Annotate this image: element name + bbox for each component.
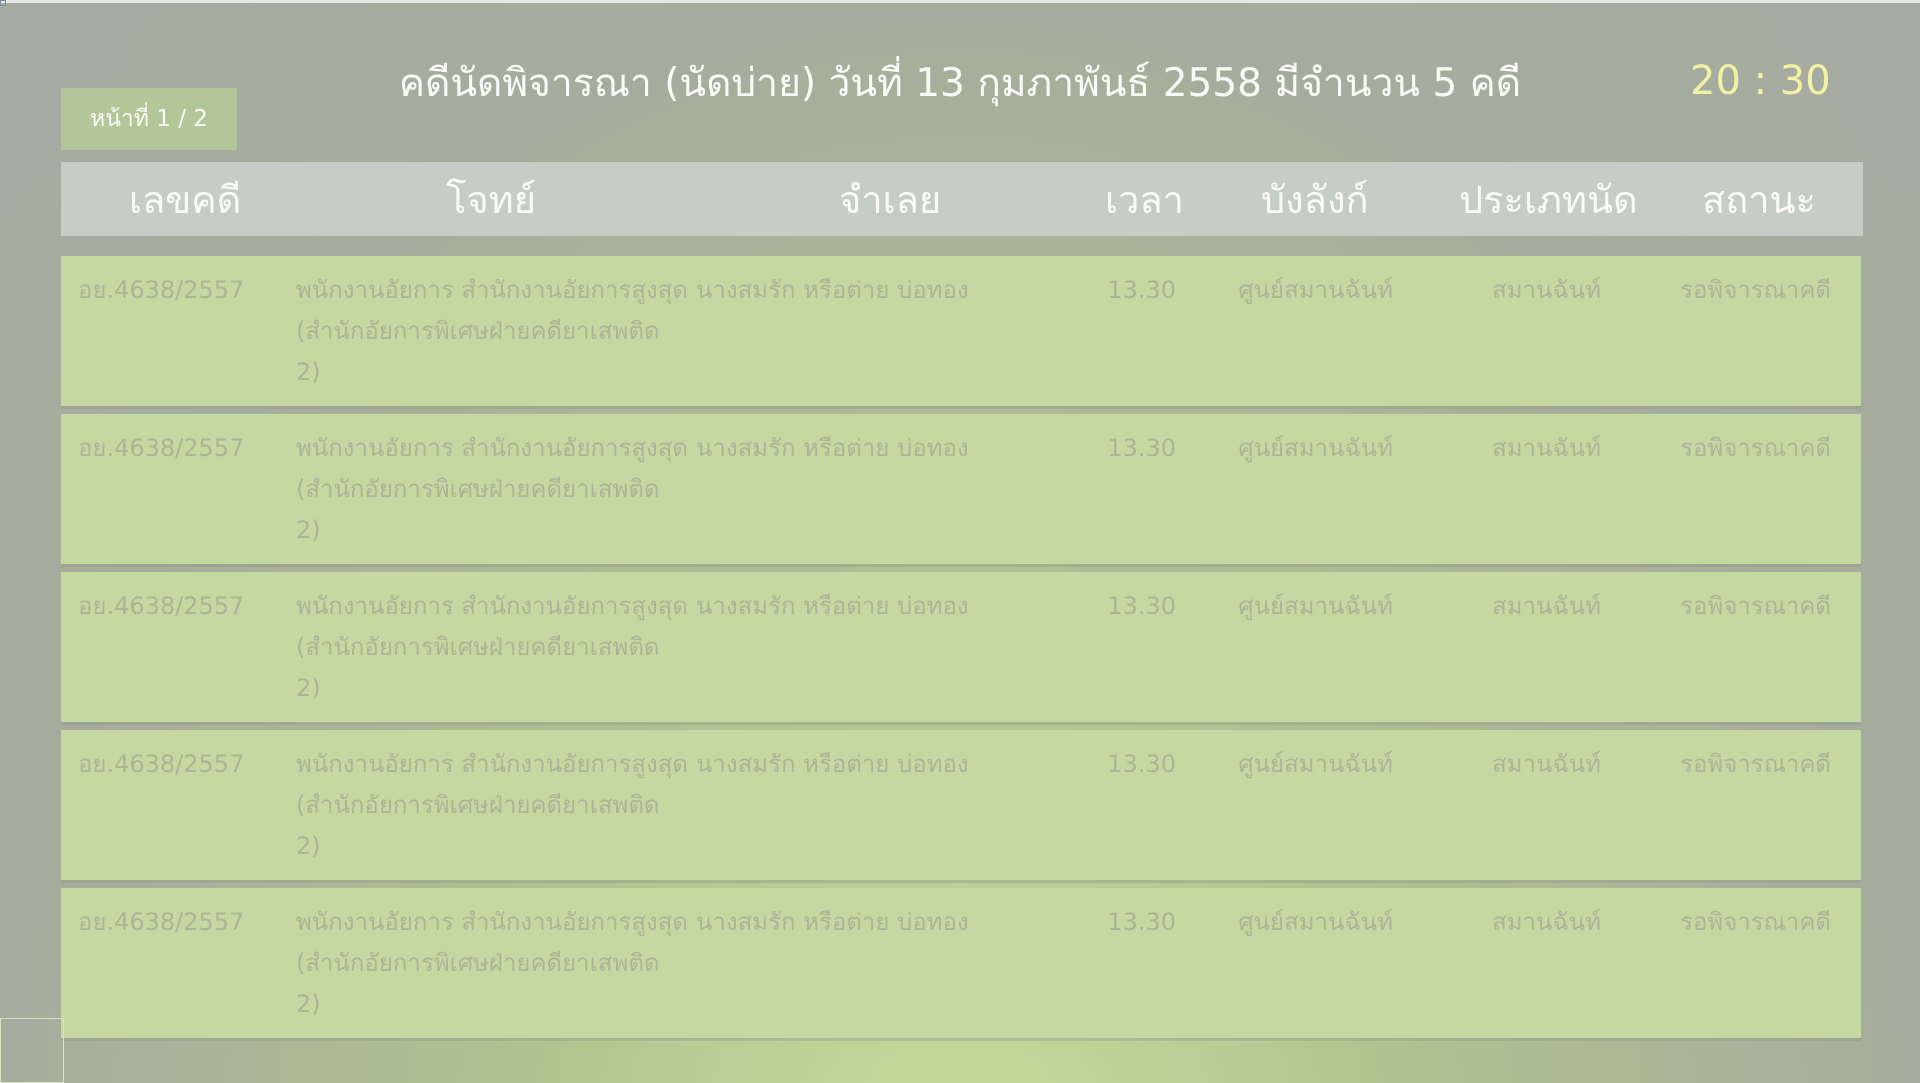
table-row: อย.4638/2557 พนักงานอัยการ สำนักงานอัยกา…	[61, 730, 1861, 880]
table-row: อย.4638/2557 พนักงานอัยการ สำนักงานอัยกา…	[61, 256, 1861, 406]
room-cell: ศูนย์สมานฉันท์	[1238, 908, 1393, 936]
case-number-cell: อย.4638/2557	[78, 908, 245, 936]
column-header-status: สถานะ	[1702, 177, 1816, 222]
plaintiff-cell: พนักงานอัยการ สำนักงานอัยการสูงสุด (สำนั…	[296, 434, 689, 544]
clock-display: 20 : 30	[1690, 58, 1831, 104]
top-border	[0, 0, 1920, 3]
plaintiff-cell: พนักงานอัยการ สำนักงานอัยการสูงสุด (สำนั…	[296, 908, 689, 1018]
plaintiff-cell: พนักงานอัยการ สำนักงานอัยการสูงสุด (สำนั…	[296, 276, 689, 386]
defendant-cell: นางสมรัก หรือต่าย บ่อทอง	[696, 434, 969, 462]
corner-frame	[0, 1018, 64, 1083]
plaintiff-cell: พนักงานอัยการ สำนักงานอัยการสูงสุด (สำนั…	[296, 750, 689, 860]
appointment-type-cell: สมานฉันท์	[1492, 276, 1601, 304]
column-header-type: ประเภทนัด	[1459, 177, 1638, 222]
time-cell: 13.30	[1107, 750, 1176, 778]
status-cell: รอพิจารณาคดี	[1680, 592, 1831, 620]
status-cell: รอพิจารณาคดี	[1680, 434, 1831, 462]
column-header-plaintiff: โจทย์	[446, 177, 536, 222]
time-cell: 13.30	[1107, 276, 1176, 304]
room-cell: ศูนย์สมานฉันท์	[1238, 750, 1393, 778]
status-cell: รอพิจารณาคดี	[1680, 750, 1831, 778]
case-number-cell: อย.4638/2557	[78, 434, 245, 462]
case-number-cell: อย.4638/2557	[78, 592, 245, 620]
appointment-type-cell: สมานฉันท์	[1492, 750, 1601, 778]
table-row: อย.4638/2557 พนักงานอัยการ สำนักงานอัยกา…	[61, 888, 1861, 1038]
status-cell: รอพิจารณาคดี	[1680, 908, 1831, 936]
table-row: อย.4638/2557 พนักงานอัยการ สำนักงานอัยกา…	[61, 572, 1861, 722]
defendant-cell: นางสมรัก หรือต่าย บ่อทอง	[696, 592, 969, 620]
appointment-type-cell: สมานฉันท์	[1492, 908, 1601, 936]
defendant-cell: นางสมรัก หรือต่าย บ่อทอง	[696, 276, 969, 304]
column-header-room: บังลังก์	[1261, 177, 1369, 222]
appointment-type-cell: สมานฉันท์	[1492, 434, 1601, 462]
corner-marker	[0, 0, 6, 6]
room-cell: ศูนย์สมานฉันท์	[1238, 276, 1393, 304]
defendant-cell: นางสมรัก หรือต่าย บ่อทอง	[696, 750, 969, 778]
plaintiff-cell: พนักงานอัยการ สำนักงานอัยการสูงสุด (สำนั…	[296, 592, 689, 702]
appointment-type-cell: สมานฉันท์	[1492, 592, 1601, 620]
room-cell: ศูนย์สมานฉันท์	[1238, 592, 1393, 620]
case-number-cell: อย.4638/2557	[78, 276, 245, 304]
time-cell: 13.30	[1107, 434, 1176, 462]
page-indicator-badge: หน้าที่ 1 / 2	[61, 88, 237, 150]
column-header-time: เวลา	[1105, 177, 1184, 222]
case-number-cell: อย.4638/2557	[78, 750, 245, 778]
time-cell: 13.30	[1107, 592, 1176, 620]
room-cell: ศูนย์สมานฉันท์	[1238, 434, 1393, 462]
page-title: คดีนัดพิจารณา (นัดบ่าย) วันที่ 13 กุมภาพ…	[398, 61, 1522, 106]
time-cell: 13.30	[1107, 908, 1176, 936]
table-row: อย.4638/2557 พนักงานอัยการ สำนักงานอัยกา…	[61, 414, 1861, 564]
status-cell: รอพิจารณาคดี	[1680, 276, 1831, 304]
column-header-defendant: จำเลย	[839, 177, 942, 222]
defendant-cell: นางสมรัก หรือต่าย บ่อทอง	[696, 908, 969, 936]
table-header: เลขคดี โจทย์ จำเลย เวลา บังลังก์ ประเภทน…	[61, 162, 1863, 236]
column-header-case-no: เลขคดี	[129, 177, 242, 222]
